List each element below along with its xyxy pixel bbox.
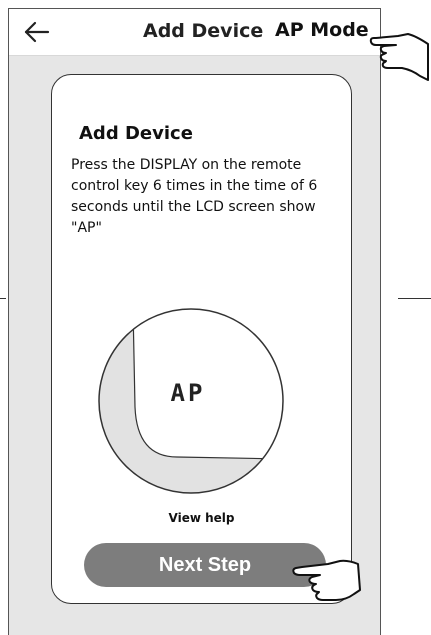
back-arrow-icon bbox=[24, 21, 50, 43]
card-title: Add Device bbox=[79, 123, 193, 144]
back-button[interactable] bbox=[23, 19, 51, 45]
lcd-display-icon: AP bbox=[98, 308, 284, 494]
view-help-link[interactable]: View help bbox=[52, 511, 351, 525]
left-marker-line bbox=[0, 298, 6, 299]
stage: Add Device AP Mode Add Device Press the … bbox=[0, 0, 431, 635]
pointing-hand-icon bbox=[368, 24, 430, 88]
instruction-card: Add Device Press the DISPLAY on the remo… bbox=[51, 74, 352, 604]
pointing-hand-icon-bottom bbox=[292, 558, 362, 608]
page-title: Add Device bbox=[143, 20, 264, 42]
right-marker-line bbox=[398, 298, 431, 299]
ap-mode-button[interactable]: AP Mode bbox=[275, 19, 369, 41]
remote-display-illustration: AP bbox=[97, 307, 285, 495]
next-step-button[interactable]: Next Step bbox=[84, 543, 326, 587]
card-description: Press the DISPLAY on the remote control … bbox=[71, 157, 318, 236]
phone-screen: Add Device AP Mode Add Device Press the … bbox=[8, 8, 381, 635]
app-header: Add Device AP Mode bbox=[9, 9, 380, 56]
lcd-text: AP bbox=[171, 379, 206, 407]
